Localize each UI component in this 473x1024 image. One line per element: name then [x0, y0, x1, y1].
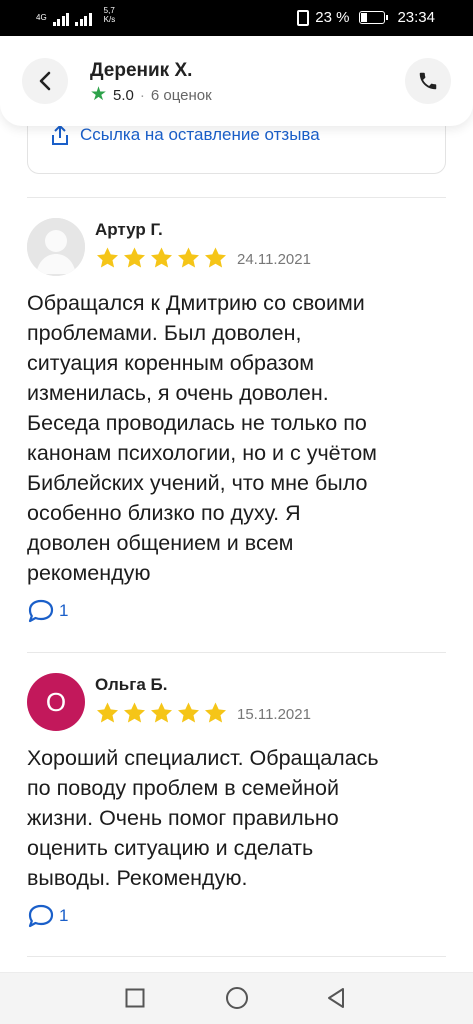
status-left: 4G 5,7 K/s: [36, 6, 116, 26]
network-type: 4G: [36, 13, 47, 22]
call-button[interactable]: [405, 58, 451, 104]
vibrate-icon: [297, 9, 310, 26]
star-icon: [205, 702, 226, 723]
comments-count: 1: [59, 601, 69, 620]
divider: [27, 956, 446, 957]
battery-text: 23 %: [315, 9, 350, 26]
review-text-line: оценить ситуацию и сделать: [27, 836, 314, 860]
circle-icon: [226, 987, 248, 1009]
star-icon: [151, 247, 172, 268]
star-icon: [124, 702, 145, 723]
review-text-line: по поводу проблем в семейной: [27, 776, 339, 800]
review-text-line: изменилась, я очень доволен.: [27, 381, 329, 405]
review-card: Артур Г. 24.11.2021 Обращался к Дмитрию …: [27, 218, 446, 638]
review-text: Хороший специалист. Обращалась по поводу…: [27, 743, 457, 893]
net-speed-value: 5,7: [103, 6, 115, 15]
star-icon: ★: [90, 84, 108, 105]
comment-icon: [28, 904, 54, 928]
star-icon: [97, 702, 118, 723]
review-stars: [95, 701, 228, 725]
review-date: 24.11.2021: [237, 251, 311, 268]
recents-button[interactable]: [125, 988, 145, 1013]
square-icon: [125, 988, 145, 1008]
divider: [27, 652, 446, 653]
review-text-line: Библейских учений, что мне было: [27, 471, 368, 495]
comment-icon: [28, 599, 54, 623]
net-speed-unit: K/s: [103, 15, 116, 24]
reviews-count: 6 оценок: [150, 86, 212, 104]
review-author: Ольга Б.: [95, 675, 168, 694]
star-icon: [151, 702, 172, 723]
review-text-line: жизни. Очень помог правильно: [27, 806, 339, 830]
review-text-line: Хороший специалист. Обращалась: [27, 746, 379, 770]
share-icon: [52, 124, 68, 145]
back-nav-button[interactable]: [326, 987, 346, 1014]
star-icon: [97, 247, 118, 268]
signal-icon-2: [75, 12, 92, 26]
back-button[interactable]: [22, 58, 68, 104]
review-author: Артур Г.: [95, 220, 163, 239]
star-icon: [178, 247, 199, 268]
net-speed: 5,7 K/s: [104, 6, 116, 24]
rating-value: 5.0: [113, 86, 134, 104]
app-header: Дереник Х. ★ 5.0 · 6 оценок: [0, 36, 473, 126]
divider: [27, 197, 446, 198]
comments-button[interactable]: 1: [27, 903, 68, 929]
review-stars: [95, 246, 228, 270]
review-link[interactable]: Ссылка на оставление отзыва: [50, 124, 320, 146]
review-text-line: канонам психологии, но и с учётом: [27, 441, 377, 465]
review-text-line: проблемами. Был доволен,: [27, 321, 302, 345]
review-text-line: выводы. Рекомендую.: [27, 866, 248, 890]
comments-button[interactable]: 1: [27, 598, 68, 624]
avatar: О: [27, 673, 85, 731]
review-text-line: доволен общением и всем: [27, 531, 294, 555]
star-icon: [178, 702, 199, 723]
system-nav-bar: [0, 972, 473, 1024]
triangle-back-icon: [328, 988, 344, 1008]
review-link-label: Ссылка на оставление отзыва: [80, 125, 320, 144]
separator: ·: [139, 86, 145, 104]
review-text-line: ситуация коренным образом: [27, 351, 315, 375]
user-placeholder-icon: [27, 218, 85, 276]
review-text: Обращался к Дмитрию со своими проблемами…: [27, 288, 457, 588]
status-bar: 4G 5,7 K/s 23 % 23:34: [0, 0, 473, 36]
review-text-line: Обращался к Дмитрию со своими: [27, 291, 365, 315]
comments-count: 1: [59, 906, 69, 925]
status-right: 23 % 23:34: [297, 9, 435, 26]
review-date: 15.11.2021: [237, 706, 311, 723]
rating-summary: ★ 5.0 · 6 оценок: [90, 84, 212, 105]
review-text-line: рекомендую: [27, 561, 151, 585]
review-card: О Ольга Б. 15.11.2021 Хороший специалист…: [27, 673, 446, 953]
star-icon: [124, 247, 145, 268]
review-text-line: Беседа проводилась не только по: [27, 411, 367, 435]
star-icon: [205, 247, 226, 268]
phone-icon: [419, 72, 437, 90]
chevron-left-icon: [39, 71, 51, 91]
avatar: [27, 218, 85, 276]
page-title: Дереник Х.: [90, 60, 193, 81]
signal-icon: [52, 12, 70, 26]
home-button[interactable]: [225, 986, 249, 1015]
review-text-line: особенно близко по духу. Я: [27, 501, 301, 525]
battery-icon: [359, 11, 389, 24]
clock: 23:34: [397, 9, 435, 26]
